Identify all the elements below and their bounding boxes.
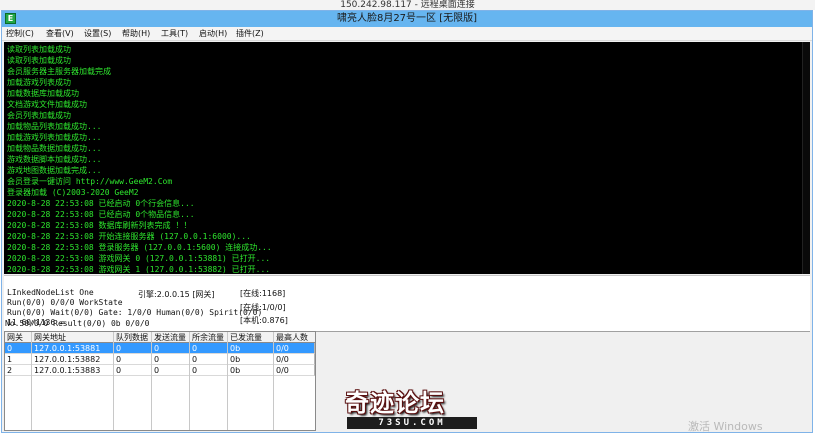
gate-cell[interactable]: 0 — [5, 343, 32, 354]
engine-version: 引擎:2.0.0.15 [网关] — [138, 290, 215, 299]
gate-cell[interactable]: 0 — [114, 343, 152, 354]
log-line: 2020-8-28 22:53:08 开始连接服务器 (127.0.0.1:60… — [7, 232, 251, 241]
gate-cell[interactable]: 0/0 — [274, 365, 315, 376]
log-line: 加载游戏列表加载成功... — [7, 133, 102, 142]
gate-cell[interactable]: 127.0.0.1:53882 — [32, 354, 114, 365]
menu-settings[interactable]: 设置(S) — [84, 27, 111, 41]
forum-watermark: 奇迹论坛 73SU.COM — [345, 388, 495, 434]
column-header-remaining[interactable]: 所余流量 — [190, 332, 228, 343]
log-line: 会员列表加载成功 — [7, 111, 71, 120]
column-header-max-users[interactable]: 最高人数 — [274, 332, 315, 343]
status-line: Run(0/0) 0/0/0 WorkState — [7, 298, 123, 307]
log-line: 加载数据库加载成功 — [7, 89, 79, 98]
gate-cell[interactable]: 0b — [228, 354, 274, 365]
grid-line — [189, 332, 190, 430]
gate-cell[interactable]: 0 — [152, 365, 190, 376]
column-header-address[interactable]: 网关地址 — [32, 332, 114, 343]
app-icon: E — [5, 13, 16, 24]
grid-line — [113, 332, 114, 430]
status-line: Run(0/0) Wait(0/0) Gate: 1/0/0 Human(0/0… — [7, 308, 263, 317]
log-line: 加载游戏列表成功 — [7, 78, 71, 87]
log-line: 会员登录一键访问 http://www.GeeM2.Com — [7, 177, 173, 186]
column-header-queue[interactable]: 队列数据 — [114, 332, 152, 343]
log-line: 2020-8-28 22:53:08 已经启动 0个物品信息... — [7, 210, 195, 219]
gate-cell[interactable]: 0 — [190, 354, 228, 365]
gate-table[interactable]: 网关 网关地址 队列数据 发送流量 所余流量 已发流量 最高人数 0 127.0… — [4, 331, 316, 431]
online-count: [在线:1168] — [240, 289, 286, 298]
column-header-total-sent[interactable]: 已发流量 — [228, 332, 274, 343]
menu-view[interactable]: 查看(V) — [46, 27, 74, 41]
gate-cell[interactable]: 2 — [5, 365, 32, 376]
log-line: 2020-8-28 22:53:08 登录服务器 (127.0.0.1:5600… — [7, 243, 272, 252]
menu-tools[interactable]: 工具(T) — [161, 27, 188, 41]
log-line: 2020-8-28 22:53:08 已经启动 0个行会信息... — [7, 199, 195, 208]
online-detail: [在线:1/0/0] — [240, 303, 286, 312]
title-bar[interactable]: 啸亮人脸8月27号一区 [无限版] E — [2, 11, 812, 27]
status-line: LInkedNodeList One — [7, 288, 94, 297]
log-line: 游戏地图数据加载完成... — [7, 166, 102, 175]
gate-cell[interactable]: 0 — [114, 365, 152, 376]
gate-cell[interactable]: 0 — [190, 365, 228, 376]
log-line: 2020-8-28 22:53:08 游戏网关 1 (127.0.0.1:538… — [7, 265, 271, 274]
log-line: 登录器加载 (C)2003-2020 GeeM2 — [7, 188, 139, 197]
server-window: 啸亮人脸8月27号一区 [无限版] E 控制(C) 查看(V) 设置(S) 帮助… — [1, 10, 813, 433]
gate-cell[interactable]: 127.0.0.1:53883 — [32, 365, 114, 376]
column-header-sent[interactable]: 发送流量 — [152, 332, 190, 343]
log-line: 加载物品列表加载成功... — [7, 122, 102, 131]
log-line: 加载物品数据加载成功... — [7, 144, 102, 153]
grid-line — [151, 332, 152, 430]
gate-cell[interactable]: 1 — [5, 354, 32, 365]
gate-cell[interactable]: 0/0 — [274, 354, 315, 365]
grid-line — [227, 332, 228, 430]
log-line: 游戏数据脚本加载成功... — [7, 155, 102, 164]
remote-desktop-bar: 150.242.98.117 - 远程桌面连接 — [0, 0, 815, 10]
console-scrollbar[interactable] — [802, 42, 810, 274]
watermark-title: 奇迹论坛 — [345, 389, 445, 417]
log-line: 读取列表加载成功 — [7, 45, 71, 54]
grid-line — [273, 332, 274, 430]
window-title: 啸亮人脸8月27号一区 [无限版] — [336, 13, 478, 24]
activate-windows-notice: 激活 Windows — [688, 420, 763, 433]
menu-bar: 控制(C) 查看(V) 设置(S) 帮助(H) 工具(T) 启动(H) 插件(Z… — [2, 27, 812, 41]
log-console[interactable]: 读取列表加载成功 读取列表加载成功会员服务器主服务器加载完成 加载游戏列表成功 加载数… — [4, 42, 810, 274]
gate-cell[interactable]: 127.0.0.1:53881 — [32, 343, 114, 354]
gate-cell[interactable]: 0b — [228, 343, 274, 354]
gate-cell[interactable]: 0 — [152, 354, 190, 365]
menu-plugins[interactable]: 插件(Z) — [236, 27, 264, 41]
watermark-subtitle: 73SU.COM — [347, 417, 477, 429]
gate-cell[interactable]: 0 — [114, 354, 152, 365]
menu-control[interactable]: 控制(C) — [6, 27, 34, 41]
log-line: 会员服务器主服务器加载完成 — [7, 67, 111, 76]
column-header-gate[interactable]: 网关 — [5, 332, 32, 343]
log-line: 2020-8-28 22:53:08 数据库刷新列表完成 ！！ — [7, 221, 192, 230]
remote-desktop-title: 150.242.98.117 - 远程桌面连接 — [340, 0, 475, 10]
gate-cell[interactable]: 0 — [152, 343, 190, 354]
gate-cell[interactable]: 0/0 — [274, 343, 315, 354]
grid-line — [31, 332, 32, 430]
menu-start[interactable]: 启动(H) — [199, 27, 227, 41]
menu-help[interactable]: 帮助(H) — [122, 27, 150, 41]
log-line: 读取列表加载成功 — [7, 56, 71, 65]
gate-cell[interactable]: 0 — [190, 343, 228, 354]
log-line: 2020-8-28 22:53:08 游戏网关 0 (127.0.0.1:538… — [7, 254, 271, 263]
status-line: No.50/0/0 Result(0/0) 0b 0/0/0 — [5, 319, 150, 328]
gate-cell[interactable]: 0b — [228, 365, 274, 376]
log-line: 文档游戏文件加载成功 — [7, 100, 87, 109]
local-rate: [本机:0.876] — [240, 316, 288, 325]
